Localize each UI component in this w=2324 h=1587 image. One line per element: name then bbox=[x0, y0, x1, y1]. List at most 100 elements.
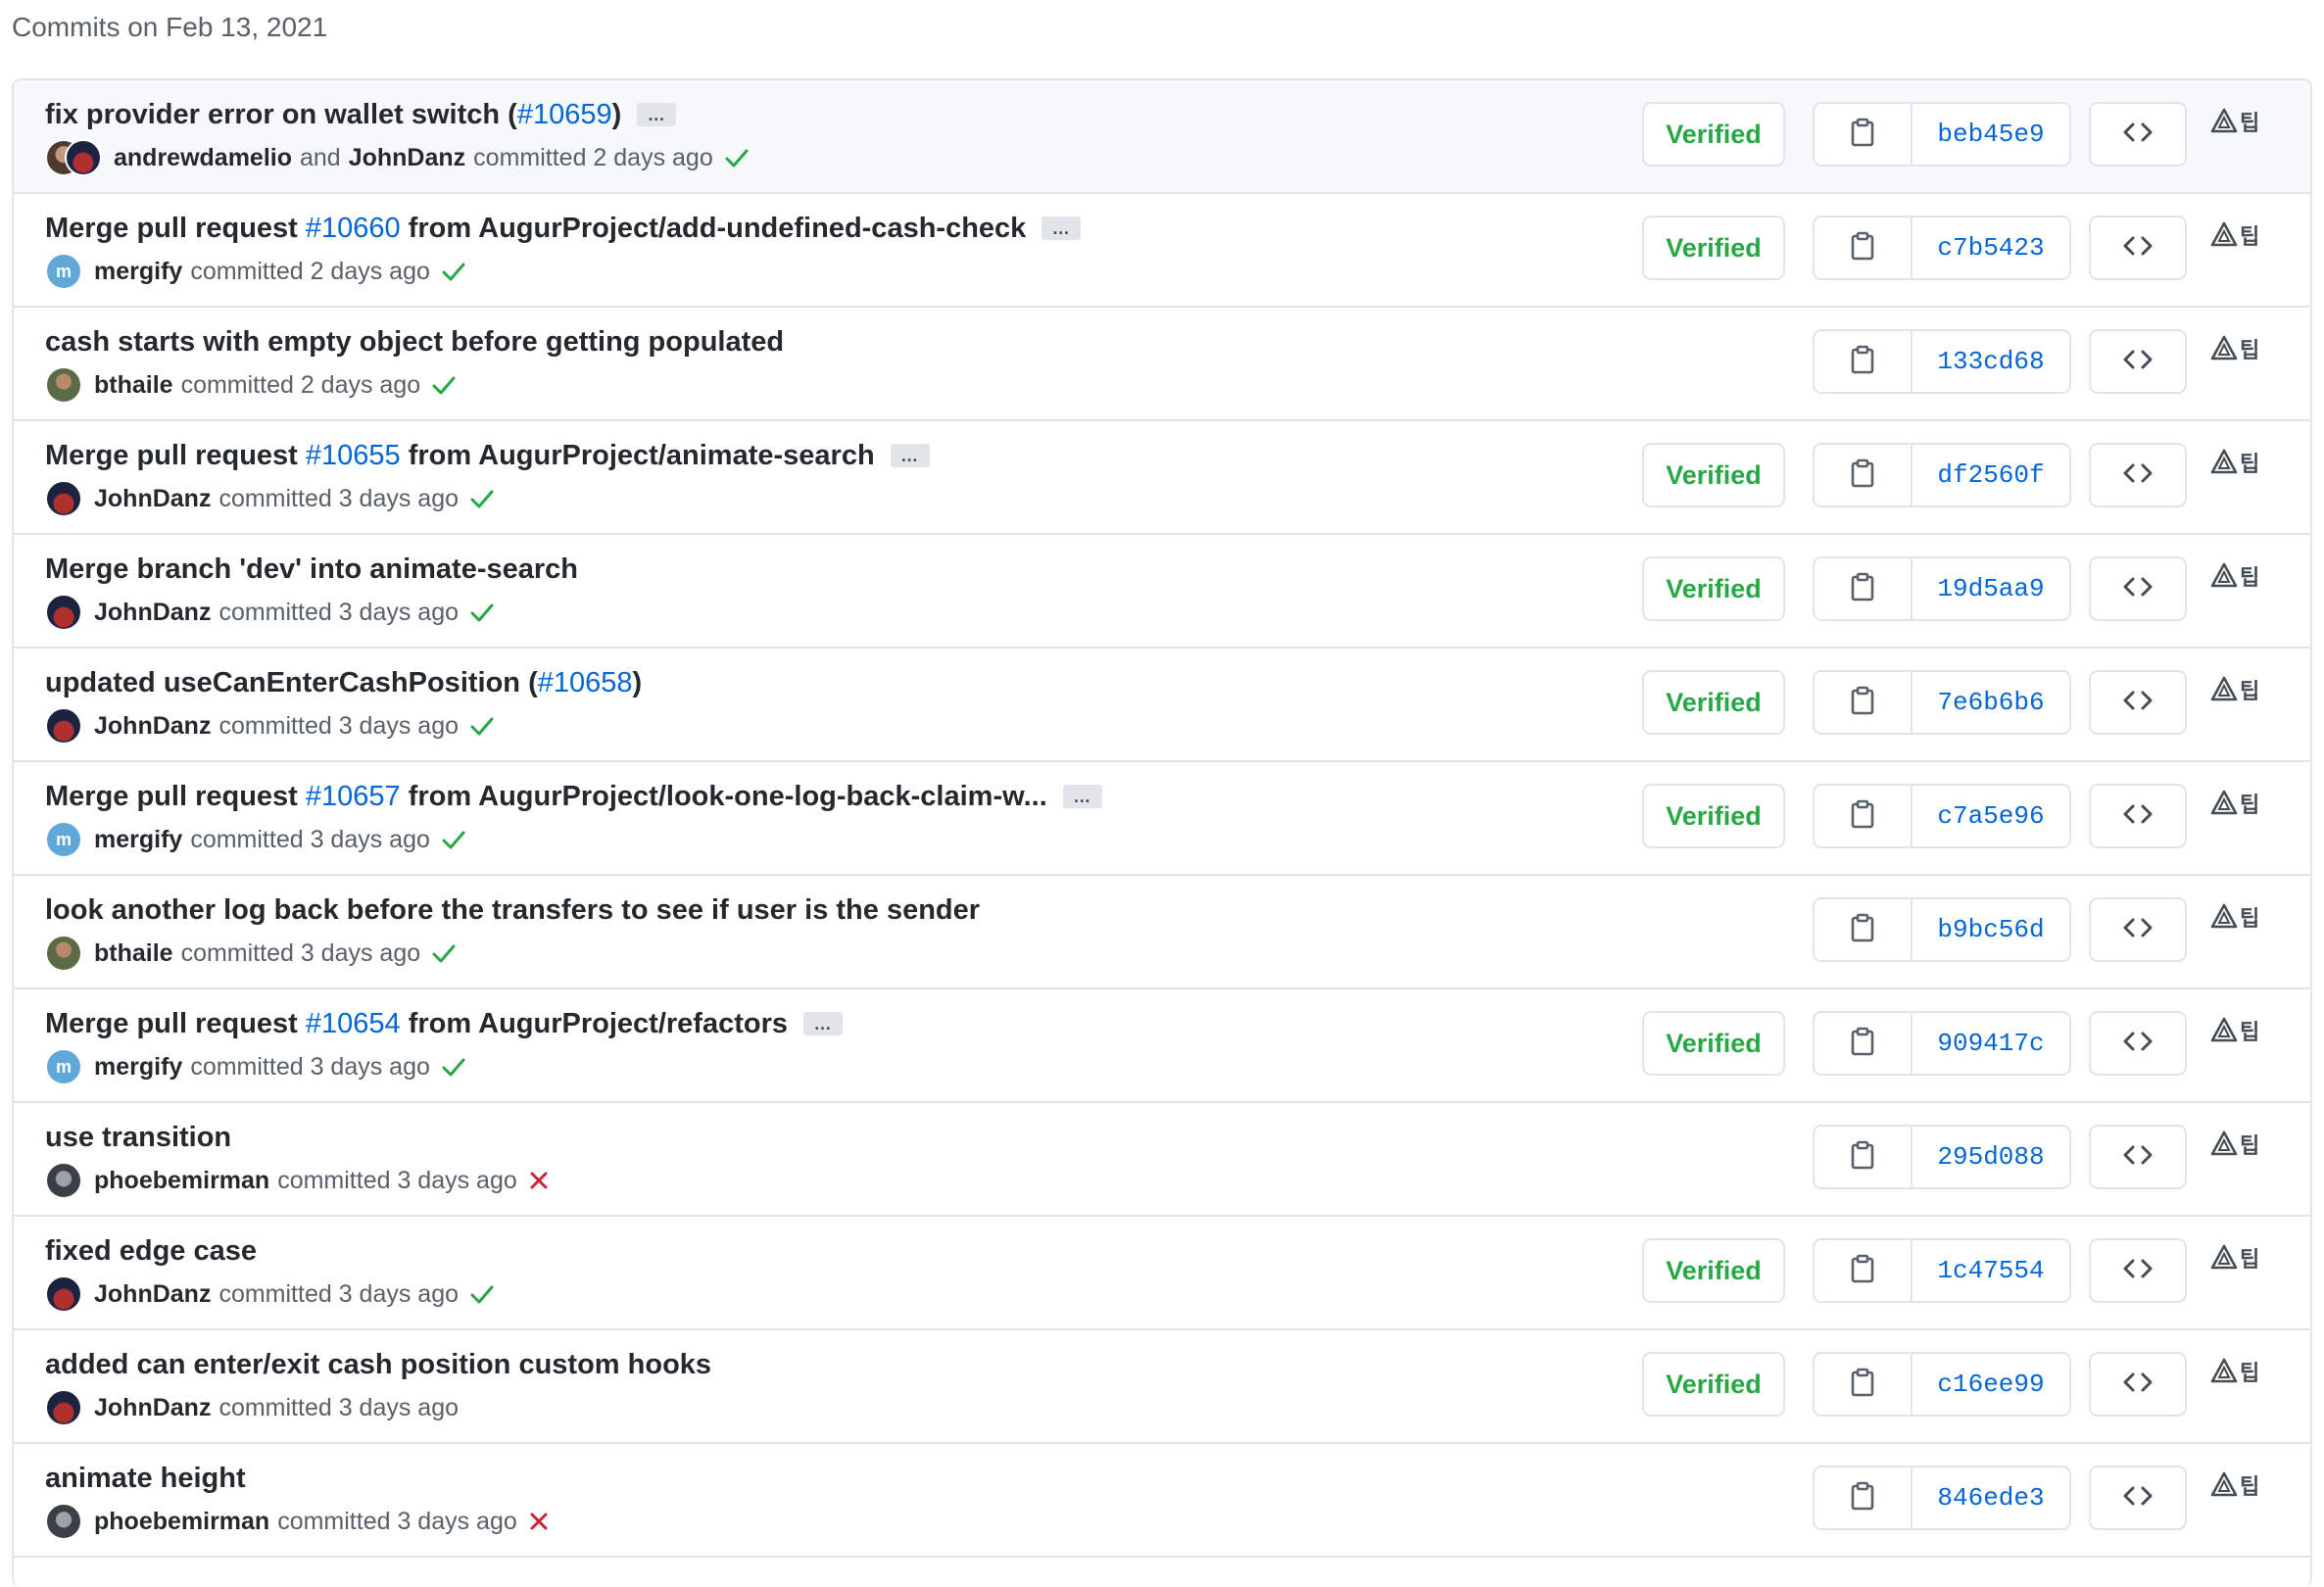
phoebe-avatar[interactable] bbox=[45, 1162, 82, 1199]
commit-message-link[interactable]: Merge pull request #10655 from AugurProj… bbox=[45, 437, 875, 474]
commit-title-text[interactable]: Merge pull request bbox=[45, 440, 306, 471]
commit-message-link[interactable]: cash starts with empty object before get… bbox=[45, 323, 784, 361]
browse-repository-button[interactable] bbox=[2089, 784, 2187, 848]
commit-author-link[interactable]: mergify bbox=[94, 253, 182, 290]
browse-repository-button[interactable] bbox=[2089, 1238, 2187, 1303]
copy-sha-button[interactable] bbox=[1815, 558, 1912, 619]
extension-icons[interactable]: 팁 bbox=[2210, 108, 2259, 138]
browse-repository-button[interactable] bbox=[2089, 1352, 2187, 1417]
commit-title-text-after[interactable]: from AugurProject/refactors bbox=[401, 1008, 788, 1039]
verified-badge[interactable]: Verified bbox=[1642, 1352, 1785, 1417]
commit-sha-link[interactable]: 846ede3 bbox=[1912, 1467, 2069, 1528]
commit-sha-link[interactable]: c16ee99 bbox=[1912, 1354, 2069, 1415]
check-success-icon[interactable] bbox=[470, 602, 494, 622]
verified-badge[interactable]: Verified bbox=[1642, 670, 1785, 735]
commit-title-text[interactable]: use transition bbox=[45, 1122, 231, 1153]
commit-author-link[interactable]: mergify bbox=[94, 1048, 182, 1085]
verified-badge[interactable]: Verified bbox=[1642, 1011, 1785, 1076]
commit-title-text[interactable]: Merge pull request bbox=[45, 781, 306, 812]
commit-title-text-after[interactable]: from AugurProject/add-undefined-cash-che… bbox=[401, 213, 1027, 244]
verified-badge[interactable]: Verified bbox=[1642, 556, 1785, 621]
commit-author-link[interactable]: andrewdamelio bbox=[114, 139, 292, 176]
commit-title-text[interactable]: updated useCanEnterCashPosition ( bbox=[45, 667, 538, 698]
copy-sha-button[interactable] bbox=[1815, 1127, 1912, 1187]
verified-badge[interactable]: Verified bbox=[1642, 1238, 1785, 1303]
copy-sha-button[interactable] bbox=[1815, 786, 1912, 846]
browse-repository-button[interactable] bbox=[2089, 670, 2187, 735]
commit-title-text[interactable]: look another log back before the transfe… bbox=[45, 894, 980, 926]
verified-badge[interactable]: Verified bbox=[1642, 443, 1785, 507]
commit-sha-link[interactable]: c7a5e96 bbox=[1912, 786, 2069, 846]
bthaile-avatar[interactable] bbox=[45, 366, 82, 404]
extension-icons[interactable]: 팁 bbox=[2210, 1017, 2259, 1047]
extension-icons[interactable]: 팁 bbox=[2210, 221, 2259, 252]
commit-title-text[interactable]: Merge branch 'dev' into animate-search bbox=[45, 553, 578, 585]
commit-sha-link[interactable]: 1c47554 bbox=[1912, 1240, 2069, 1301]
commit-message-link[interactable]: updated useCanEnterCashPosition (#10658) bbox=[45, 664, 642, 701]
expand-description-button[interactable]: … bbox=[637, 103, 677, 126]
commit-message-link[interactable]: fix provider error on wallet switch (#10… bbox=[45, 96, 621, 133]
verified-badge[interactable]: Verified bbox=[1642, 784, 1785, 848]
commit-sha-link[interactable]: 133cd68 bbox=[1912, 331, 2069, 392]
copy-sha-button[interactable] bbox=[1815, 445, 1912, 505]
commit-author-link[interactable]: mergify bbox=[94, 821, 182, 858]
commit-message-link[interactable]: use transition bbox=[45, 1119, 231, 1156]
pull-request-link[interactable]: #10659 bbox=[517, 99, 612, 130]
copy-sha-button[interactable] bbox=[1815, 104, 1912, 165]
commit-message-link[interactable]: Merge branch 'dev' into animate-search bbox=[45, 551, 578, 588]
bthaile-avatar[interactable] bbox=[45, 935, 82, 972]
commit-author-link[interactable]: bthaile bbox=[94, 935, 173, 972]
extension-icons[interactable]: 팁 bbox=[2210, 1358, 2259, 1388]
expand-description-button[interactable]: … bbox=[803, 1012, 844, 1035]
commit-title-text-after[interactable]: ) bbox=[633, 667, 643, 698]
commit-title-text-after[interactable]: from AugurProject/animate-search bbox=[401, 440, 875, 471]
extension-icons[interactable]: 팁 bbox=[2210, 1471, 2259, 1502]
mergify-avatar[interactable]: m bbox=[45, 1048, 82, 1085]
commit-message-link[interactable]: fixed edge case bbox=[45, 1232, 257, 1270]
commit-message-link[interactable]: Merge pull request #10654 from AugurProj… bbox=[45, 1005, 788, 1042]
verified-badge[interactable]: Verified bbox=[1642, 216, 1785, 280]
extension-icons[interactable]: 팁 bbox=[2210, 903, 2259, 934]
extension-icons[interactable]: 팁 bbox=[2210, 562, 2259, 593]
mergify-avatar[interactable]: m bbox=[45, 821, 82, 858]
copy-sha-button[interactable] bbox=[1815, 1013, 1912, 1074]
john-avatar[interactable] bbox=[45, 480, 82, 517]
pull-request-link[interactable]: #10657 bbox=[306, 781, 401, 812]
copy-sha-button[interactable] bbox=[1815, 217, 1912, 278]
pull-request-link[interactable]: #10658 bbox=[538, 667, 633, 698]
check-success-icon[interactable] bbox=[432, 375, 456, 395]
browse-repository-button[interactable] bbox=[2089, 1466, 2187, 1530]
john-avatar[interactable] bbox=[65, 139, 102, 176]
expand-description-button[interactable]: … bbox=[1041, 216, 1082, 240]
check-success-icon[interactable] bbox=[432, 943, 456, 963]
commit-message-link[interactable]: Merge pull request #10657 from AugurProj… bbox=[45, 778, 1047, 815]
browse-repository-button[interactable] bbox=[2089, 443, 2187, 507]
copy-sha-button[interactable] bbox=[1815, 672, 1912, 733]
john-avatar[interactable] bbox=[45, 707, 82, 745]
check-failure-icon[interactable] bbox=[529, 1171, 549, 1190]
browse-repository-button[interactable] bbox=[2089, 329, 2187, 394]
browse-repository-button[interactable] bbox=[2089, 897, 2187, 962]
commit-sha-link[interactable]: 295d088 bbox=[1912, 1127, 2069, 1187]
pull-request-link[interactable]: #10660 bbox=[306, 213, 401, 244]
expand-description-button[interactable]: … bbox=[1062, 785, 1102, 808]
john-avatar[interactable] bbox=[45, 594, 82, 631]
commit-message-link[interactable]: Merge pull request #10660 from AugurProj… bbox=[45, 210, 1026, 247]
copy-sha-button[interactable] bbox=[1815, 1467, 1912, 1528]
commit-message-link[interactable]: look another log back before the transfe… bbox=[45, 891, 980, 929]
commit-coauthor-link[interactable]: JohnDanz bbox=[349, 139, 465, 176]
pull-request-link[interactable]: #10654 bbox=[306, 1008, 401, 1039]
commit-sha-link[interactable]: c7b5423 bbox=[1912, 217, 2069, 278]
john-avatar[interactable] bbox=[45, 1389, 82, 1426]
extension-icons[interactable]: 팁 bbox=[2210, 449, 2259, 479]
expand-description-button[interactable]: … bbox=[890, 444, 930, 467]
copy-sha-button[interactable] bbox=[1815, 1240, 1912, 1301]
commit-author-link[interactable]: phoebemirman bbox=[94, 1503, 269, 1540]
check-success-icon[interactable] bbox=[725, 148, 749, 168]
commit-title-text[interactable]: fix provider error on wallet switch ( bbox=[45, 99, 517, 130]
check-success-icon[interactable] bbox=[470, 716, 494, 736]
commit-author-link[interactable]: JohnDanz bbox=[94, 1275, 211, 1313]
commit-title-text[interactable]: animate height bbox=[45, 1463, 246, 1494]
check-success-icon[interactable] bbox=[442, 830, 465, 849]
commit-message-link[interactable]: added can enter/exit cash position custo… bbox=[45, 1346, 711, 1383]
